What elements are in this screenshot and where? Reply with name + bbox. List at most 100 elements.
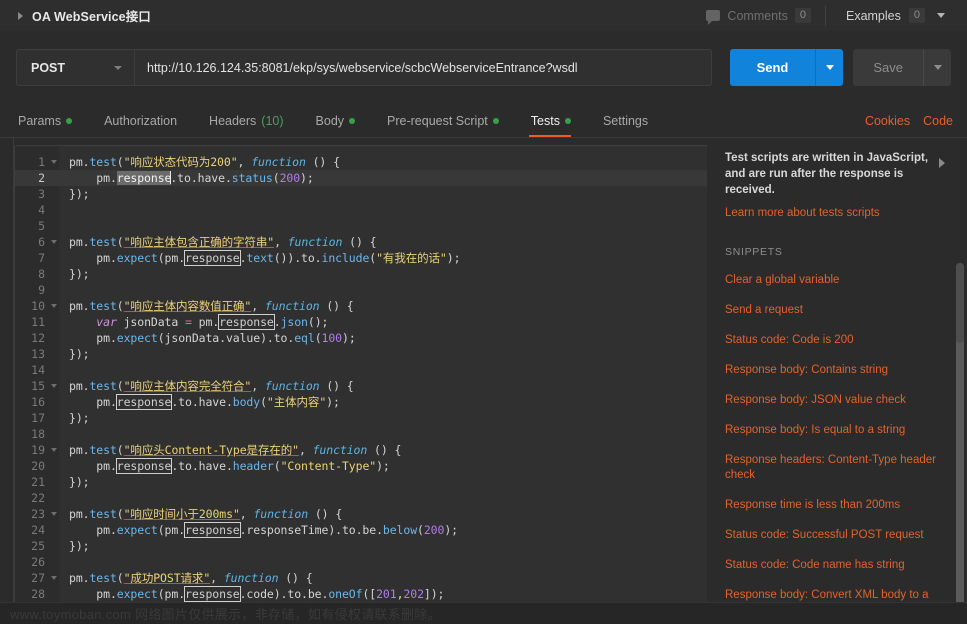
chevron-down-icon[interactable] — [937, 13, 945, 18]
snippet-item[interactable]: Clear a global variable — [725, 273, 940, 288]
snippet-item[interactable]: Response body: JSON value check — [725, 393, 940, 408]
snippet-item[interactable]: Response time is less than 200ms — [725, 498, 940, 513]
fold-caret-icon[interactable] — [51, 448, 57, 452]
line-number: 19 — [15, 442, 59, 458]
expand-caret-icon[interactable] — [18, 11, 23, 20]
line-number: 13 — [31, 347, 45, 361]
request-url-bar: POST http://10.126.124.35:8081/ekp/sys/w… — [0, 31, 967, 104]
fold-caret-icon[interactable] — [51, 304, 57, 308]
line-number: 22 — [31, 491, 45, 505]
snippet-item[interactable]: Status code: Code name has string — [725, 558, 940, 573]
comments-button[interactable]: Comments 0 — [692, 8, 825, 25]
save-options-button[interactable] — [923, 49, 951, 86]
code-link[interactable]: Code — [923, 114, 953, 128]
snippet-item[interactable]: Response body: Contains string — [725, 363, 940, 378]
tab-authorization[interactable]: Authorization — [104, 104, 193, 137]
line-number: 11 — [31, 315, 45, 329]
save-button[interactable]: Save — [853, 49, 923, 86]
fold-caret-icon[interactable] — [51, 512, 57, 516]
page-title: OA WebService接口 — [32, 10, 151, 24]
examples-button[interactable]: Examples 0 — [826, 8, 955, 23]
code-line: pm.response.to.have.body("主体内容"); — [69, 394, 340, 410]
snippet-item[interactable]: Response body: Is equal to a string — [725, 423, 940, 438]
snippet-item[interactable]: Status code: Successful POST request — [725, 528, 940, 543]
tab-pre-request-script[interactable]: Pre-request Script — [387, 104, 515, 137]
code-line: }); — [69, 539, 90, 553]
line-number: 3 — [38, 187, 45, 201]
collapse-panel-icon[interactable] — [939, 158, 945, 168]
line-number: 7 — [38, 251, 45, 265]
http-method-select[interactable]: POST — [16, 49, 134, 86]
fold-caret-icon[interactable] — [51, 384, 57, 388]
fold-caret-icon[interactable] — [51, 160, 57, 164]
line-number: 23 — [15, 506, 59, 522]
postman-request-window: OA WebService接口 Comments 0 Examples 0 PO… — [0, 0, 967, 624]
snippet-item[interactable]: Status code: Code is 200 — [725, 333, 940, 348]
send-options-button[interactable] — [815, 49, 844, 86]
code-line: }); — [69, 411, 90, 425]
line-number: 6 — [15, 234, 59, 250]
line-number: 5 — [38, 219, 45, 233]
code-line: pm.test("响应主体内容数值正确", function () { — [69, 299, 354, 313]
line-number: 9 — [38, 283, 45, 297]
main-content-area: 1 2 3 4 5 6 7 8 9 10 11 12 13 14 15 16 17 18 19 20 21 22 23 24 2… — [0, 138, 967, 624]
code-line: pm.test("响应主体包含正确的字符串", function () { — [69, 235, 377, 249]
code-line: pm.test("响应主体内容完全符合", function () { — [69, 379, 354, 393]
code-line: }); — [69, 475, 90, 489]
examples-count-badge: 0 — [908, 8, 925, 23]
line-number: 25 — [31, 539, 45, 553]
comments-count-badge: 0 — [794, 8, 811, 23]
snippet-item[interactable]: Send a request — [725, 303, 940, 318]
cookies-link[interactable]: Cookies — [865, 114, 910, 128]
examples-label: Examples — [845, 8, 901, 23]
tab-tests[interactable]: Tests — [528, 104, 587, 137]
watermark-bar: www.toymoban.com 网络图片仅供展示，非存储，如有侵权请联系删除。 — [0, 602, 967, 624]
code-line: pm.expect(pm.response.text()).to.include… — [69, 250, 461, 266]
title-left-group: OA WebService接口 — [0, 6, 692, 25]
line-number: 24 — [31, 523, 45, 537]
snippets-scrollbar-thumb[interactable] — [956, 263, 964, 343]
tab-settings[interactable]: Settings — [603, 104, 664, 137]
comment-icon — [706, 10, 721, 25]
http-method-value: POST — [31, 60, 66, 75]
left-rail — [0, 138, 14, 624]
code-line: pm.test("响应头Content-Type是存在的", function … — [69, 443, 402, 457]
snippets-panel: Test scripts are written in JavaScript, … — [707, 138, 967, 624]
save-button-group: Save — [853, 49, 951, 86]
snippet-item[interactable]: Response headers: Content-Type header ch… — [725, 453, 940, 483]
send-button[interactable]: Send — [729, 49, 816, 86]
request-url-input[interactable]: http://10.126.124.35:8081/ekp/sys/webser… — [134, 49, 712, 86]
line-number: 16 — [31, 395, 45, 409]
line-number: 26 — [31, 555, 45, 569]
line-number: 10 — [15, 298, 59, 314]
comments-label: Comments — [727, 8, 788, 23]
status-dot-icon — [349, 118, 356, 124]
code-line: pm.response.to.have.header("Content-Type… — [69, 458, 390, 474]
title-bar: OA WebService接口 Comments 0 Examples 0 — [0, 0, 967, 32]
line-number: 28 — [31, 587, 45, 601]
tab-params[interactable]: Params — [18, 104, 88, 137]
tab-headers[interactable]: Headers (10) — [209, 104, 299, 137]
tab-label: Headers — [209, 114, 257, 128]
tab-label: Body — [315, 114, 345, 128]
fold-caret-icon[interactable] — [51, 240, 57, 244]
title-right-group: Comments 0 Examples 0 — [692, 5, 967, 26]
editor-code-area[interactable]: pm.test("响应状态代码为200", function () { pm.r… — [59, 146, 707, 610]
snippets-list: Clear a global variable Send a request Sta… — [725, 273, 949, 624]
learn-more-link[interactable]: Learn more about tests scripts — [725, 207, 949, 219]
line-number: 2 — [15, 170, 59, 186]
fold-caret-icon[interactable] — [51, 576, 57, 580]
tests-script-editor[interactable]: 1 2 3 4 5 6 7 8 9 10 11 12 13 14 15 16 17 18 19 20 21 22 23 24 2… — [14, 145, 708, 611]
status-dot-icon — [66, 118, 73, 124]
code-line: }); — [69, 347, 90, 361]
chevron-down-icon — [825, 65, 834, 70]
line-number: 14 — [31, 363, 45, 377]
code-line: pm.test("响应状态代码为200", function () { — [69, 155, 340, 169]
tab-body[interactable]: Body — [316, 104, 372, 137]
watermark-text: www.toymoban.com 网络图片仅供展示，非存储，如有侵权请联系删除。 — [10, 607, 441, 622]
code-line: pm.expect(pm.response.responseTime).to.b… — [69, 522, 458, 538]
